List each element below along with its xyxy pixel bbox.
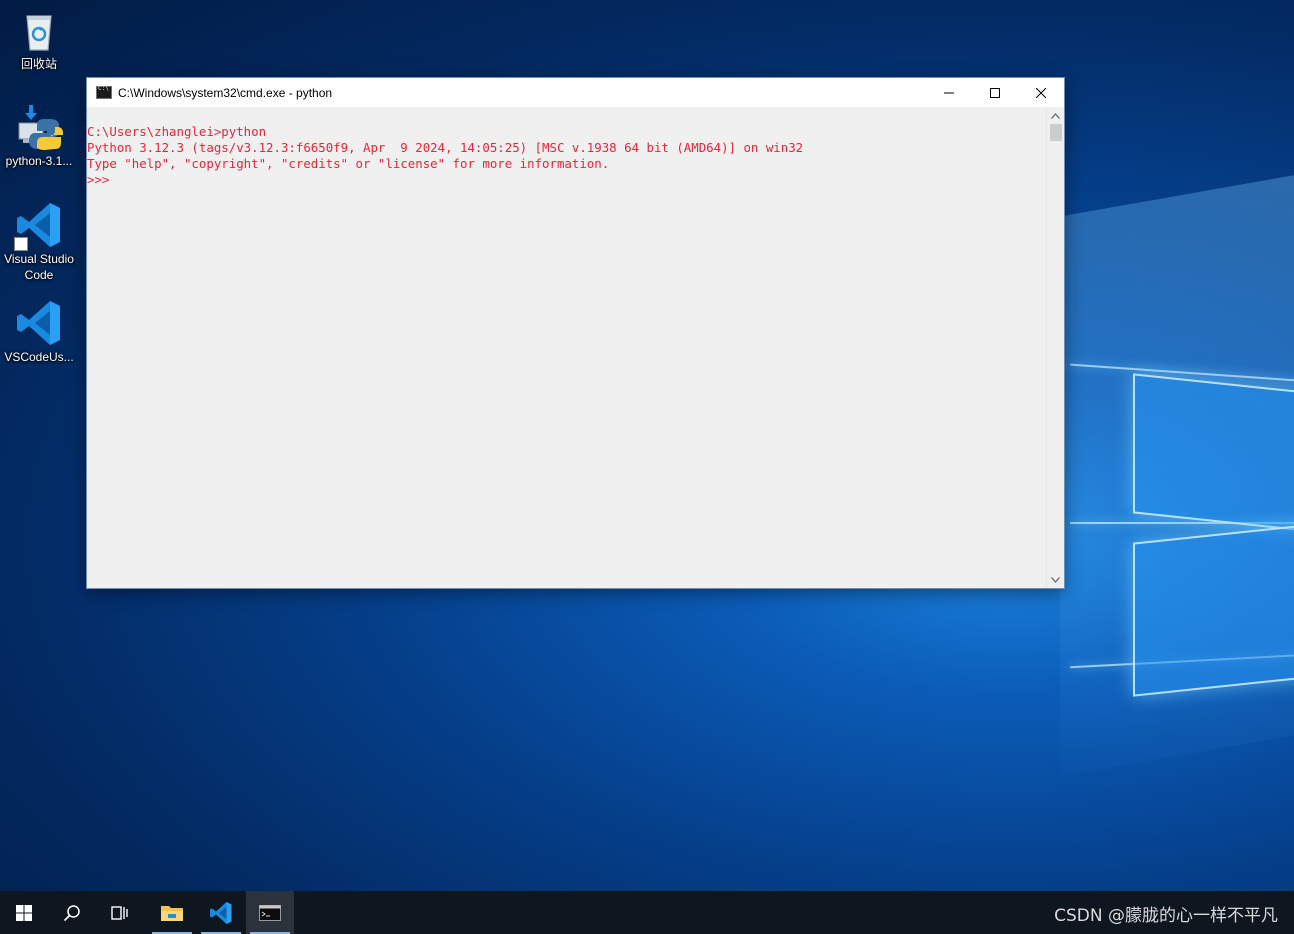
taskbar: CSDN @朦胧的心一样不平凡 [0, 891, 1294, 934]
vscode-icon [17, 301, 60, 345]
recycle-bin-icon [26, 15, 52, 51]
desktop-icon-label: python-3.1... [5, 154, 73, 168]
desktop-icon-python-installer[interactable]: python-3.1... [0, 103, 78, 169]
scroll-down-button[interactable] [1047, 571, 1064, 588]
search-button[interactable] [48, 891, 96, 934]
cmd-icon [259, 904, 281, 921]
console-prompt[interactable]: >>> [87, 172, 109, 187]
start-button[interactable] [0, 891, 48, 934]
console-line: C:\Users\zhanglei>python [87, 124, 267, 139]
scrollbar-thumb[interactable] [1050, 124, 1062, 141]
window-controls [926, 78, 1064, 107]
windows-logo-pane [1133, 373, 1294, 533]
minimize-icon [944, 92, 954, 93]
chevron-down-icon [1051, 576, 1060, 583]
desktop: 回收站 python-3.1... Visual Studio Code VSC… [0, 0, 1294, 891]
cmd-window[interactable]: C:\Windows\system32\cmd.exe - python C:\… [87, 78, 1064, 588]
start-icon [16, 904, 32, 921]
desktop-icon-recycle-bin[interactable]: 回收站 [0, 6, 78, 72]
taskbar-vscode[interactable] [197, 891, 245, 934]
maximize-button[interactable] [972, 78, 1018, 107]
console-output[interactable]: C:\Users\zhanglei>python Python 3.12.3 (… [87, 107, 1047, 588]
shortcut-arrow-icon [14, 237, 28, 251]
desktop-icon-label: Visual Studio Code [4, 252, 74, 282]
desktop-icon-label: 回收站 [20, 57, 57, 71]
task-view-icon [111, 905, 128, 920]
python-installer-icon [18, 105, 63, 150]
chevron-up-icon [1051, 112, 1060, 119]
file-explorer-icon [161, 905, 183, 921]
scroll-up-button[interactable] [1047, 107, 1064, 124]
window-titlebar[interactable]: C:\Windows\system32\cmd.exe - python [87, 78, 1064, 107]
desktop-icon-vscode[interactable]: Visual Studio Code [0, 201, 78, 283]
search-icon [63, 904, 80, 921]
windows-logo-pane [1133, 523, 1294, 697]
close-icon [1036, 87, 1046, 98]
vertical-scrollbar[interactable] [1046, 107, 1064, 588]
taskbar-cmd[interactable] [246, 891, 294, 934]
watermark: CSDN @朦胧的心一样不平凡 [1054, 906, 1278, 926]
minimize-button[interactable] [926, 78, 972, 107]
cmd-icon[interactable] [96, 85, 112, 99]
close-button[interactable] [1018, 78, 1064, 107]
vscode-icon [210, 901, 232, 924]
console-line: Python 3.12.3 (tags/v3.12.3:f6650f9, Apr… [87, 140, 804, 155]
desktop-icon-label: VSCodeUs... [4, 350, 74, 364]
window-title: C:\Windows\system32\cmd.exe - python [118, 85, 333, 100]
taskbar-file-explorer[interactable] [148, 891, 196, 934]
console-line: Type "help", "copyright", "credits" or "… [87, 156, 610, 171]
maximize-icon [990, 87, 1000, 98]
task-view-button[interactable] [96, 891, 144, 934]
desktop-icon-vscode-setup[interactable]: VSCodeUs... [0, 299, 78, 365]
